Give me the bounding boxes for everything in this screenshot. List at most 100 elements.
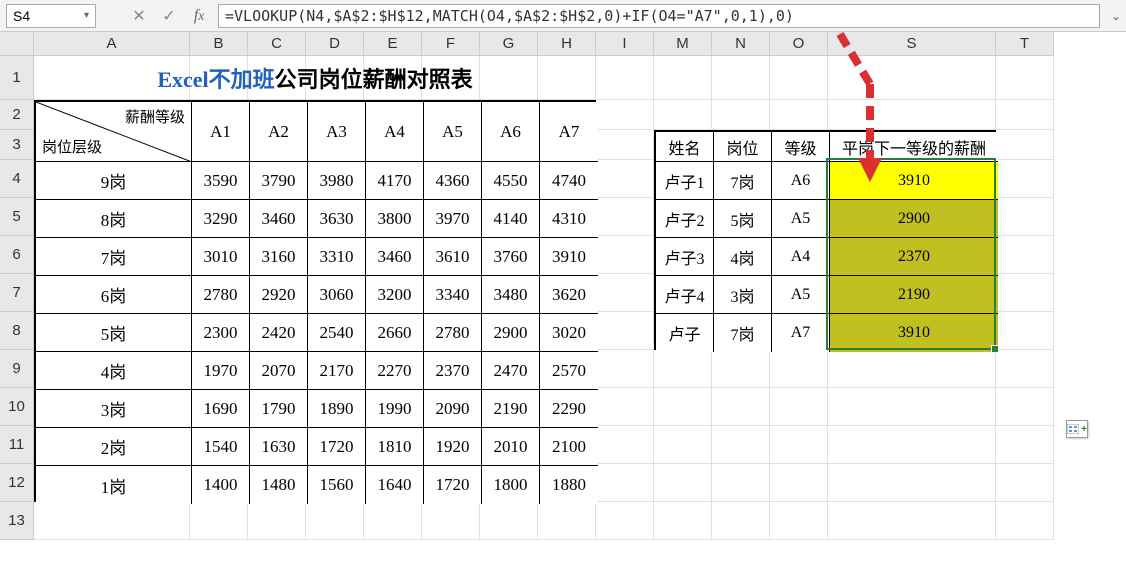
salary-data-cell[interactable]: 3290 xyxy=(192,200,250,238)
result-cell[interactable]: 7岗 xyxy=(714,314,772,352)
cell[interactable] xyxy=(828,388,996,426)
salary-row-label[interactable]: 3岗 xyxy=(36,390,192,428)
salary-data-cell[interactable]: 3060 xyxy=(308,276,366,314)
salary-row-label[interactable]: 4岗 xyxy=(36,352,192,390)
cell[interactable] xyxy=(34,502,190,540)
column-header-D[interactable]: D xyxy=(306,32,364,56)
cell[interactable] xyxy=(996,502,1054,540)
salary-data-cell[interactable]: 1890 xyxy=(308,390,366,428)
column-header-B[interactable]: B xyxy=(190,32,248,56)
select-all-corner[interactable] xyxy=(0,32,34,56)
result-cell[interactable]: 卢子3 xyxy=(656,238,714,276)
cell[interactable] xyxy=(996,312,1054,350)
salary-data-cell[interactable]: 4360 xyxy=(424,162,482,200)
cell[interactable] xyxy=(422,502,480,540)
salary-data-cell[interactable]: 1920 xyxy=(424,428,482,466)
result-cell[interactable]: A7 xyxy=(772,314,830,352)
cell[interactable] xyxy=(654,502,712,540)
salary-data-cell[interactable]: 2420 xyxy=(250,314,308,352)
cell[interactable] xyxy=(596,56,654,100)
salary-data-cell[interactable]: 2370 xyxy=(424,352,482,390)
cell[interactable] xyxy=(596,198,654,236)
cell[interactable] xyxy=(828,426,996,464)
cell[interactable] xyxy=(996,236,1054,274)
cell[interactable] xyxy=(770,100,828,130)
salary-data-cell[interactable]: 2010 xyxy=(482,428,540,466)
row-header-10[interactable]: 10 xyxy=(0,388,34,426)
salary-data-cell[interactable]: 2920 xyxy=(250,276,308,314)
row-header-4[interactable]: 4 xyxy=(0,160,34,198)
salary-data-cell[interactable]: 2780 xyxy=(192,276,250,314)
salary-data-cell[interactable]: 3910 xyxy=(540,238,598,276)
cell[interactable] xyxy=(996,388,1054,426)
salary-col-header[interactable]: A3 xyxy=(308,102,366,162)
cell[interactable] xyxy=(596,100,654,130)
formula-cancel-button[interactable]: ✕ xyxy=(124,4,154,28)
result-header[interactable]: 平岗下一等级的薪酬 xyxy=(830,132,998,162)
salary-data-cell[interactable]: 3980 xyxy=(308,162,366,200)
salary-data-cell[interactable]: 2470 xyxy=(482,352,540,390)
cell[interactable] xyxy=(480,502,538,540)
column-header-H[interactable]: H xyxy=(538,32,596,56)
salary-data-cell[interactable]: 1640 xyxy=(366,466,424,504)
cell[interactable] xyxy=(596,426,654,464)
cell[interactable] xyxy=(996,130,1054,160)
salary-data-cell[interactable]: 1810 xyxy=(366,428,424,466)
salary-data-cell[interactable]: 3310 xyxy=(308,238,366,276)
cell[interactable] xyxy=(654,350,712,388)
cell[interactable] xyxy=(596,350,654,388)
autofill-options-button[interactable]: + xyxy=(1066,420,1088,438)
cell[interactable] xyxy=(996,160,1054,198)
cell[interactable] xyxy=(996,426,1054,464)
salary-data-cell[interactable]: 4740 xyxy=(540,162,598,200)
cell[interactable] xyxy=(596,312,654,350)
salary-data-cell[interactable]: 2170 xyxy=(308,352,366,390)
column-header-E[interactable]: E xyxy=(364,32,422,56)
salary-col-header[interactable]: A2 xyxy=(250,102,308,162)
salary-data-cell[interactable]: 3010 xyxy=(192,238,250,276)
cell[interactable] xyxy=(596,160,654,198)
salary-data-cell[interactable]: 3160 xyxy=(250,238,308,276)
result-cell[interactable]: 卢子4 xyxy=(656,276,714,314)
cell[interactable] xyxy=(596,130,654,160)
result-cell[interactable]: 3岗 xyxy=(714,276,772,314)
cell[interactable] xyxy=(364,502,422,540)
cell[interactable] xyxy=(654,388,712,426)
row-header-1[interactable]: 1 xyxy=(0,56,34,100)
cell[interactable] xyxy=(654,56,712,100)
salary-data-cell[interactable]: 2270 xyxy=(366,352,424,390)
title-cell[interactable]: Excel不加班公司岗位薪酬对照表 xyxy=(34,56,596,100)
salary-col-header[interactable]: A7 xyxy=(540,102,598,162)
cell[interactable] xyxy=(712,464,770,502)
cell[interactable] xyxy=(712,56,770,100)
cell[interactable] xyxy=(996,56,1054,100)
salary-data-cell[interactable]: 1990 xyxy=(366,390,424,428)
salary-data-cell[interactable]: 1630 xyxy=(250,428,308,466)
salary-data-cell[interactable]: 1790 xyxy=(250,390,308,428)
cell[interactable] xyxy=(248,502,306,540)
cell[interactable] xyxy=(996,198,1054,236)
cell[interactable] xyxy=(770,388,828,426)
salary-data-cell[interactable]: 1970 xyxy=(192,352,250,390)
salary-data-cell[interactable]: 1880 xyxy=(540,466,598,504)
result-cell[interactable]: 5岗 xyxy=(714,200,772,238)
cell[interactable] xyxy=(770,464,828,502)
salary-data-cell[interactable]: 3200 xyxy=(366,276,424,314)
cell[interactable] xyxy=(596,236,654,274)
cell[interactable] xyxy=(828,56,996,100)
salary-data-cell[interactable]: 3020 xyxy=(540,314,598,352)
name-box[interactable]: S4 ▾ xyxy=(6,4,96,28)
salary-data-cell[interactable]: 2900 xyxy=(482,314,540,352)
salary-data-cell[interactable]: 2540 xyxy=(308,314,366,352)
row-header-2[interactable]: 2 xyxy=(0,100,34,130)
cell[interactable] xyxy=(654,100,712,130)
salary-row-label[interactable]: 1岗 xyxy=(36,466,192,504)
salary-row-label[interactable]: 9岗 xyxy=(36,162,192,200)
cell[interactable] xyxy=(654,426,712,464)
row-header-11[interactable]: 11 xyxy=(0,426,34,464)
salary-data-cell[interactable]: 3630 xyxy=(308,200,366,238)
name-box-dropdown-icon[interactable]: ▾ xyxy=(84,10,89,21)
column-header-C[interactable]: C xyxy=(248,32,306,56)
formula-input[interactable]: =VLOOKUP(N4,$A$2:$H$12,MATCH(O4,$A$2:$H$… xyxy=(218,4,1100,28)
row-header-3[interactable]: 3 xyxy=(0,130,34,160)
